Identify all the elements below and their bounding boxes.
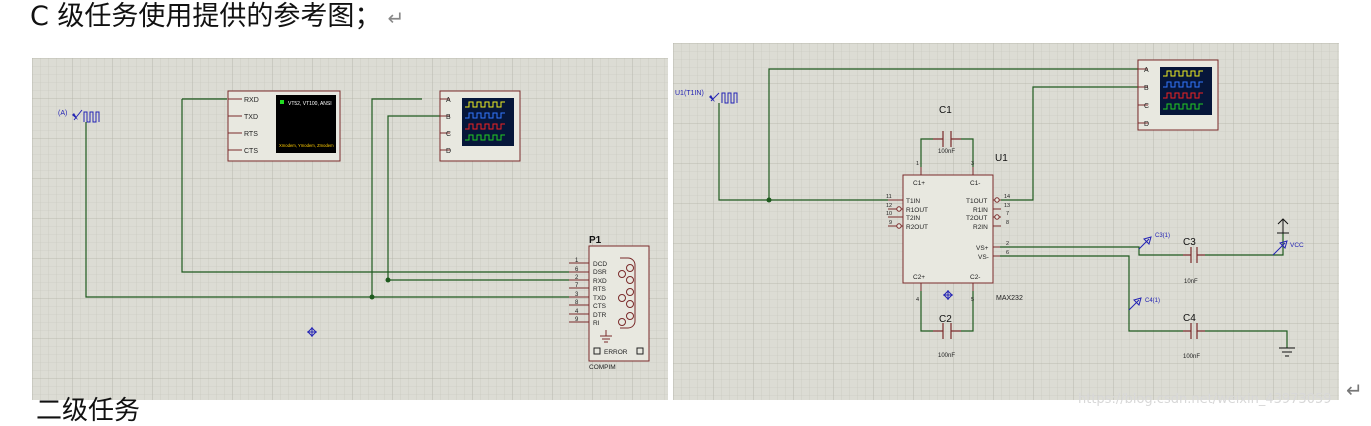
connector-ref: P1: [589, 235, 602, 246]
pin-name: DSR: [593, 269, 607, 276]
probe-label: C3(1): [1155, 233, 1170, 239]
scope-pin-label: A: [446, 97, 451, 104]
scope-screen: [462, 98, 514, 146]
cap-value: 10nF: [1184, 279, 1198, 285]
left-schematic-svg: (A) VT52, VT100, ANSI Xmodem, Ymodem, Zm…: [32, 58, 668, 400]
chip-pin-label: R2OUT: [906, 224, 928, 231]
scope-pin-label: C: [1144, 103, 1149, 110]
terminal-pin-label: RTS: [244, 131, 258, 138]
chip-pin-number: 4: [916, 297, 919, 303]
chip-pin-number: 13: [1004, 203, 1010, 209]
terminal-pin-label: CTS: [244, 148, 258, 155]
scope-pin-label: B: [1144, 85, 1149, 92]
oscilloscope-right[interactable]: A B C D: [1137, 59, 1219, 131]
junction-dot: [766, 197, 772, 203]
chip-pin-number: 1: [916, 161, 919, 167]
pin-bubble-icon: [994, 214, 1000, 220]
terminal-pin-label: TXD: [244, 114, 258, 121]
chip-pin-number: 14: [1004, 194, 1010, 200]
chip-pin-label: T1OUT: [966, 198, 987, 205]
chip-pin-label: C2-: [970, 274, 980, 281]
pin-bubble-icon: [896, 206, 902, 212]
terminal-led-icon: [280, 100, 284, 104]
chip-pin-label: R1OUT: [906, 207, 928, 214]
cap-ref: C1: [939, 105, 952, 116]
error-label: ERROR: [604, 349, 628, 356]
chip-pin-label: C2+: [913, 274, 925, 281]
scope-pin-label: A: [1144, 67, 1149, 74]
pin-name: DCD: [593, 261, 607, 268]
chip-ref: U1: [995, 153, 1008, 164]
right-schematic: U1(T1IN) A B C D C1 100nF C2 100nF U1 C1…: [673, 43, 1339, 400]
pin-bubble-icon: [994, 197, 1000, 203]
chip-pin-number: 12: [886, 203, 892, 209]
chip-part: MAX232: [996, 295, 1023, 302]
bottom-text: 二级任务: [36, 396, 141, 426]
cap-ref: C2: [939, 314, 952, 325]
chip-pin-number: 3: [971, 161, 974, 167]
pin-name: RTS: [593, 286, 607, 293]
chip-pin-number: 10: [886, 211, 892, 217]
terminal-title: VT52, VT100, ANSI: [288, 101, 332, 107]
chip-pin-label: C1+: [913, 180, 925, 187]
chip-pin-number: 5: [971, 297, 974, 303]
left-schematic: (A) VT52, VT100, ANSI Xmodem, Ymodem, Zm…: [32, 58, 668, 400]
cap-value: 100nF: [1183, 354, 1200, 360]
vcc-label: VCC: [1290, 242, 1304, 249]
grid: [32, 58, 668, 400]
junction-dot: [369, 294, 375, 300]
pin-name: RXD: [593, 278, 607, 285]
chip-pin-label: T1IN: [906, 198, 920, 205]
terminal-pin-label: RXD: [244, 97, 259, 104]
return-mark-right: ↵: [1346, 378, 1363, 402]
scope-pin-label: B: [446, 114, 451, 121]
chip-pin-label: VS-: [978, 254, 989, 261]
probe-label: (A): [58, 110, 67, 117]
pin-name: TXD: [593, 295, 606, 302]
chip-pin-label: R1IN: [973, 207, 988, 214]
pin-bubble-icon: [896, 223, 902, 229]
virtual-terminal[interactable]: VT52, VT100, ANSI Xmodem, Ymodem, Zmodem…: [227, 90, 341, 162]
watermark: https://blog.csdn.net/weixin_43973059: [1078, 392, 1332, 407]
chip-pin-label: R2IN: [973, 224, 988, 231]
heading-text: C 级任务使用提供的参考图；: [30, 1, 382, 32]
scope-pin-label: D: [446, 148, 451, 155]
probe-label: C4(1): [1145, 298, 1160, 304]
scope-pin-label: C: [446, 131, 451, 138]
chip-pin-number: 9: [889, 220, 892, 226]
cap-value: 100nF: [938, 353, 955, 359]
cap-ref: C3: [1183, 237, 1196, 248]
return-mark: ↵: [387, 6, 405, 30]
chip-pin-label: VS+: [976, 245, 989, 252]
pin-name: RI: [593, 320, 600, 327]
chip-pin-number: 7: [1006, 211, 1009, 217]
chip-pin-label: C1-: [970, 180, 980, 187]
page-heading: C 级任务使用提供的参考图； ↵: [30, 0, 404, 35]
scope-pin-label: D: [1144, 121, 1149, 128]
chip-pin-number: 2: [1006, 241, 1009, 247]
terminal-footer: Xmodem, Ymodem, Zmodem: [279, 143, 334, 148]
chip-pin-label: T2OUT: [966, 215, 987, 222]
oscilloscope-left[interactable]: A B C D: [439, 90, 521, 162]
chip-pin-number: 8: [1006, 220, 1009, 226]
chip-pin-number: 11: [886, 194, 892, 200]
connector-part: COMPIM: [589, 364, 616, 371]
pin-name: CTS: [593, 303, 607, 310]
chip-pin-label: T2IN: [906, 215, 920, 222]
chip-pin-number: 6: [1006, 250, 1009, 256]
cap-value: 100nF: [938, 149, 955, 155]
cap-ref: C4: [1183, 313, 1196, 324]
probe-label: U1(T1IN): [675, 90, 704, 97]
right-schematic-svg: U1(T1IN) A B C D C1 100nF C2 100nF U1 C1…: [673, 43, 1339, 400]
scope-screen: [1160, 67, 1212, 115]
pin-name: DTR: [593, 312, 607, 319]
